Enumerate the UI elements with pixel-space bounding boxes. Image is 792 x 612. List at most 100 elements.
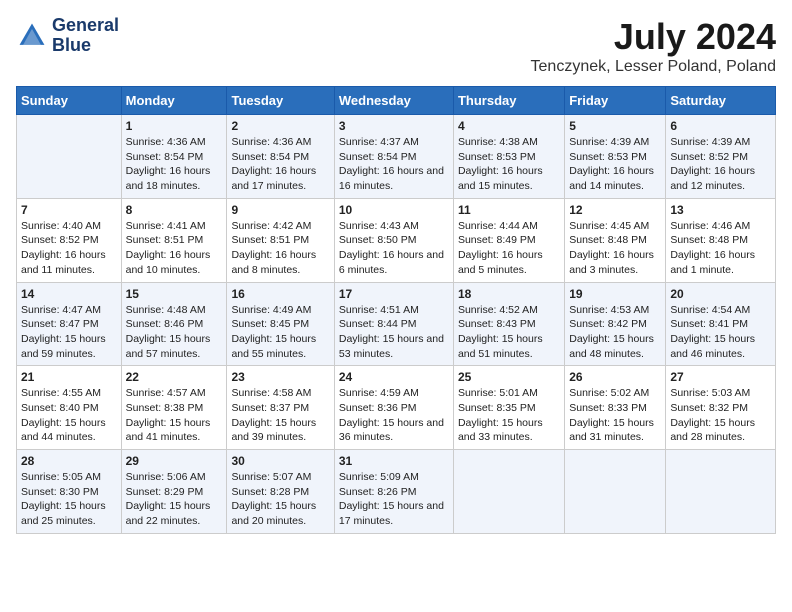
day-info: Sunrise: 5:09 AMSunset: 8:26 PMDaylight:… (339, 470, 449, 529)
calendar-body: 1 Sunrise: 4:36 AMSunset: 8:54 PMDaylight… (17, 115, 776, 534)
day-number: 7 (21, 203, 117, 217)
day-number: 17 (339, 287, 449, 301)
calendar-cell (565, 450, 666, 534)
day-number: 11 (458, 203, 560, 217)
header-cell-sunday: Sunday (17, 87, 122, 115)
week-row-3: 14 Sunrise: 4:47 AMSunset: 8:47 PMDayligh… (17, 282, 776, 366)
logo-icon (16, 20, 48, 52)
calendar-cell: 27Sunrise: 5:03 AMSunset: 8:32 PMDayligh… (666, 366, 776, 450)
calendar-cell: 1 Sunrise: 4:36 AMSunset: 8:54 PMDaylight… (121, 115, 227, 199)
day-info: Sunrise: 4:57 AMSunset: 8:38 PMDaylight:… (126, 386, 223, 445)
day-info: Sunrise: 5:06 AMSunset: 8:29 PMDaylight:… (126, 470, 223, 529)
header-cell-friday: Friday (565, 87, 666, 115)
logo-line2: Blue (52, 36, 119, 56)
day-number: 23 (231, 370, 329, 384)
calendar-cell: 23 Sunrise: 4:58 AMSunset: 8:37 PMDayligh… (227, 366, 334, 450)
subtitle: Tenczynek, Lesser Poland, Poland (531, 58, 776, 76)
day-number: 25 (458, 370, 560, 384)
calendar-cell (453, 450, 564, 534)
day-number: 14 (21, 287, 117, 301)
calendar-cell: 9Sunrise: 4:42 AMSunset: 8:51 PMDaylight… (227, 198, 334, 282)
calendar-cell: 7Sunrise: 4:40 AMSunset: 8:52 PMDaylight… (17, 198, 122, 282)
calendar-cell: 5 Sunrise: 4:39 AMSunset: 8:53 PMDaylight… (565, 115, 666, 199)
calendar-cell: 13 Sunrise: 4:46 AMSunset: 8:48 PMDayligh… (666, 198, 776, 282)
day-info: Sunrise: 5:01 AMSunset: 8:35 PMDaylight:… (458, 386, 560, 445)
day-info: Sunrise: 4:46 AMSunset: 8:48 PMDaylight:… (670, 219, 771, 278)
day-info: Sunrise: 4:37 AMSunset: 8:54 PMDaylight:… (339, 135, 449, 194)
calendar-cell: 6Sunrise: 4:39 AMSunset: 8:52 PMDaylight… (666, 115, 776, 199)
day-info: Sunrise: 4:55 AMSunset: 8:40 PMDaylight:… (21, 386, 117, 445)
day-number: 31 (339, 454, 449, 468)
day-number: 13 (670, 203, 771, 217)
day-number: 29 (126, 454, 223, 468)
day-info: Sunrise: 4:36 AMSunset: 8:54 PMDaylight:… (231, 135, 329, 194)
day-number: 4 (458, 119, 560, 133)
day-number: 21 (21, 370, 117, 384)
calendar-cell: 31 Sunrise: 5:09 AMSunset: 8:26 PMDayligh… (334, 450, 453, 534)
day-number: 24 (339, 370, 449, 384)
header-cell-tuesday: Tuesday (227, 87, 334, 115)
day-number: 2 (231, 119, 329, 133)
calendar-cell: 14 Sunrise: 4:47 AMSunset: 8:47 PMDayligh… (17, 282, 122, 366)
calendar-cell: 10Sunrise: 4:43 AMSunset: 8:50 PMDayligh… (334, 198, 453, 282)
calendar-cell: 26 Sunrise: 5:02 AMSunset: 8:33 PMDayligh… (565, 366, 666, 450)
header-cell-wednesday: Wednesday (334, 87, 453, 115)
day-number: 26 (569, 370, 661, 384)
calendar-cell (17, 115, 122, 199)
header-cell-saturday: Saturday (666, 87, 776, 115)
day-info: Sunrise: 4:45 AMSunset: 8:48 PMDaylight:… (569, 219, 661, 278)
header-area: General Blue July 2024 Tenczynek, Lesser… (16, 16, 776, 76)
day-info: Sunrise: 4:44 AMSunset: 8:49 PMDaylight:… (458, 219, 560, 278)
day-number: 27 (670, 370, 771, 384)
day-info: Sunrise: 4:47 AMSunset: 8:47 PMDaylight:… (21, 303, 117, 362)
day-info: Sunrise: 4:54 AMSunset: 8:41 PMDaylight:… (670, 303, 771, 362)
calendar-cell (666, 450, 776, 534)
calendar-cell: 20Sunrise: 4:54 AMSunset: 8:41 PMDayligh… (666, 282, 776, 366)
day-info: Sunrise: 4:51 AMSunset: 8:44 PMDaylight:… (339, 303, 449, 362)
logo-line1: General (52, 16, 119, 36)
header-cell-monday: Monday (121, 87, 227, 115)
day-info: Sunrise: 4:59 AMSunset: 8:36 PMDaylight:… (339, 386, 449, 445)
day-number: 19 (569, 287, 661, 301)
day-number: 18 (458, 287, 560, 301)
day-number: 5 (569, 119, 661, 133)
day-info: Sunrise: 4:41 AMSunset: 8:51 PMDaylight:… (126, 219, 223, 278)
calendar-cell: 24 Sunrise: 4:59 AMSunset: 8:36 PMDayligh… (334, 366, 453, 450)
main-title: July 2024 (531, 16, 776, 58)
header-row: SundayMondayTuesdayWednesdayThursdayFrid… (17, 87, 776, 115)
calendar-cell: 19 Sunrise: 4:53 AMSunset: 8:42 PMDayligh… (565, 282, 666, 366)
calendar-table: SundayMondayTuesdayWednesdayThursdayFrid… (16, 86, 776, 534)
day-number: 28 (21, 454, 117, 468)
day-info: Sunrise: 4:36 AMSunset: 8:54 PMDaylight:… (126, 135, 223, 194)
calendar-cell: 22Sunrise: 4:57 AMSunset: 8:38 PMDayligh… (121, 366, 227, 450)
day-info: Sunrise: 5:02 AMSunset: 8:33 PMDaylight:… (569, 386, 661, 445)
calendar-cell: 11 Sunrise: 4:44 AMSunset: 8:49 PMDayligh… (453, 198, 564, 282)
day-info: Sunrise: 4:39 AMSunset: 8:52 PMDaylight:… (670, 135, 771, 194)
day-info: Sunrise: 4:48 AMSunset: 8:46 PMDaylight:… (126, 303, 223, 362)
day-info: Sunrise: 4:42 AMSunset: 8:51 PMDaylight:… (231, 219, 329, 278)
day-info: Sunrise: 4:49 AMSunset: 8:45 PMDaylight:… (231, 303, 329, 362)
day-info: Sunrise: 5:05 AMSunset: 8:30 PMDaylight:… (21, 470, 117, 529)
day-number: 1 (126, 119, 223, 133)
week-row-2: 7Sunrise: 4:40 AMSunset: 8:52 PMDaylight… (17, 198, 776, 282)
day-number: 8 (126, 203, 223, 217)
calendar-cell: 25 Sunrise: 5:01 AMSunset: 8:35 PMDayligh… (453, 366, 564, 450)
calendar-cell: 15 Sunrise: 4:48 AMSunset: 8:46 PMDayligh… (121, 282, 227, 366)
day-info: Sunrise: 4:39 AMSunset: 8:53 PMDaylight:… (569, 135, 661, 194)
day-info: Sunrise: 4:58 AMSunset: 8:37 PMDaylight:… (231, 386, 329, 445)
logo-text: General Blue (52, 16, 119, 56)
calendar-cell: 12 Sunrise: 4:45 AMSunset: 8:48 PMDayligh… (565, 198, 666, 282)
day-info: Sunrise: 4:53 AMSunset: 8:42 PMDaylight:… (569, 303, 661, 362)
day-number: 12 (569, 203, 661, 217)
day-number: 3 (339, 119, 449, 133)
calendar-cell: 3 Sunrise: 4:37 AMSunset: 8:54 PMDaylight… (334, 115, 453, 199)
calendar-cell: 2 Sunrise: 4:36 AMSunset: 8:54 PMDaylight… (227, 115, 334, 199)
day-number: 15 (126, 287, 223, 301)
header-cell-thursday: Thursday (453, 87, 564, 115)
calendar-cell: 8 Sunrise: 4:41 AMSunset: 8:51 PMDaylight… (121, 198, 227, 282)
calendar-cell: 18Sunrise: 4:52 AMSunset: 8:43 PMDayligh… (453, 282, 564, 366)
day-number: 16 (231, 287, 329, 301)
calendar-cell: 16 Sunrise: 4:49 AMSunset: 8:45 PMDayligh… (227, 282, 334, 366)
day-number: 10 (339, 203, 449, 217)
calendar-cell: 21 Sunrise: 4:55 AMSunset: 8:40 PMDayligh… (17, 366, 122, 450)
